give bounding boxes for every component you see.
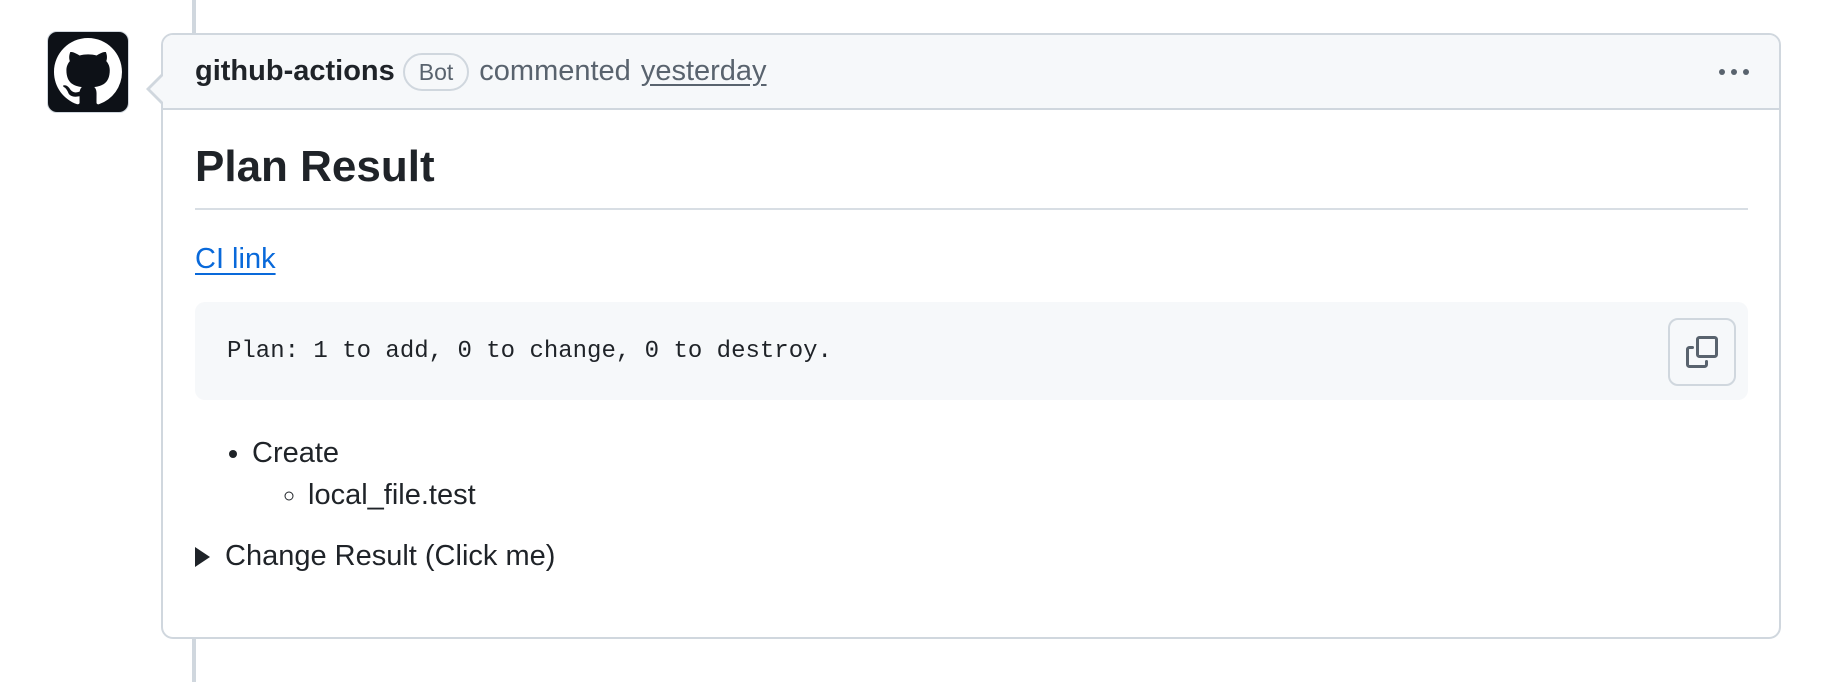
change-result-details[interactable]: Change Result (Click me) — [195, 540, 1748, 573]
timeline-stage: github-actions Bot commented yesterday P… — [0, 0, 1840, 682]
list-item: Create local_file.test — [252, 432, 1748, 516]
code-block: Plan: 1 to add, 0 to change, 0 to destro… — [195, 302, 1748, 400]
timestamp-link[interactable]: yesterday — [641, 55, 767, 88]
author-link[interactable]: github-actions — [195, 55, 395, 88]
comment-header: github-actions Bot commented yesterday — [163, 35, 1779, 110]
ci-link[interactable]: CI link — [195, 243, 276, 276]
avatar[interactable] — [47, 31, 129, 113]
bot-badge: Bot — [402, 52, 470, 91]
kebab-horizontal-icon — [1719, 68, 1725, 75]
list-item: local_file.test — [308, 474, 1748, 516]
comment-body: Plan Result CI link Plan: 1 to add, 0 to… — [163, 110, 1779, 573]
resource-sublist: local_file.test — [252, 474, 1748, 516]
list-item-resource: local_file.test — [308, 479, 476, 511]
details-summary: Change Result (Click me) — [225, 540, 556, 572]
list-item-create: Create — [252, 437, 340, 469]
resource-list: Create local_file.test — [195, 432, 1748, 516]
copy-button[interactable] — [1668, 318, 1736, 386]
github-octocat-icon — [54, 38, 122, 105]
triangle-right-icon — [195, 546, 210, 567]
comment-caret-fill — [150, 75, 164, 103]
copy-icon — [1686, 336, 1718, 368]
kebab-horizontal-icon — [1743, 68, 1749, 75]
plan-result-heading: Plan Result — [195, 110, 1748, 210]
comment-card: github-actions Bot commented yesterday P… — [146, 33, 1781, 639]
comment-action-text: commented — [479, 55, 631, 87]
kebab-horizontal-icon — [1731, 68, 1737, 75]
comment-menu-button[interactable] — [1719, 61, 1749, 83]
plan-summary-code: Plan: 1 to add, 0 to change, 0 to destro… — [227, 337, 832, 365]
